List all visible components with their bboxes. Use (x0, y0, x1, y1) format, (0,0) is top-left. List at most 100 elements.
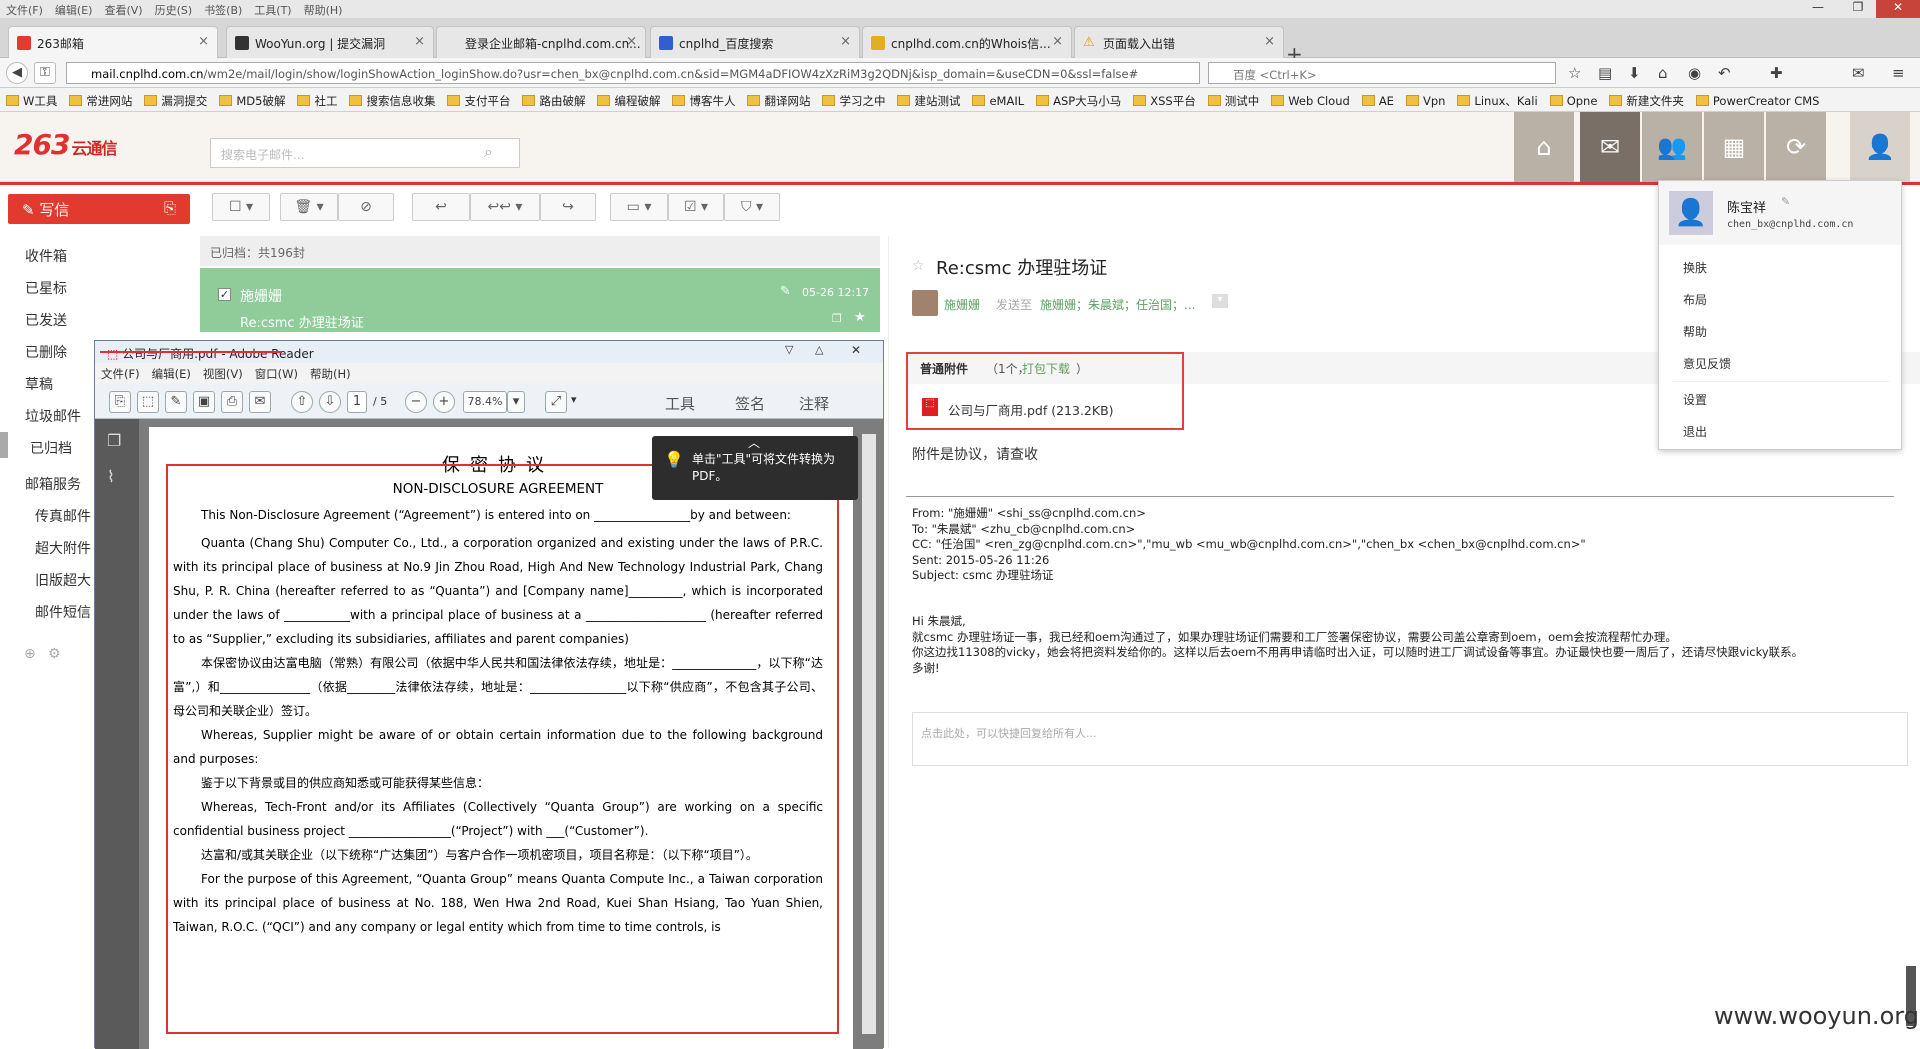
print-icon[interactable]: ⎙ (221, 391, 243, 413)
menu-history[interactable]: 历史(S) (149, 0, 199, 20)
open-icon[interactable]: ⎘ (109, 391, 131, 413)
addon-icon[interactable]: ✚ (1770, 64, 1783, 82)
bookmark-item[interactable]: 测试中 (1202, 88, 1266, 109)
message-icon[interactable]: ✉ (1852, 64, 1865, 82)
bookmark-item[interactable]: 社工 (291, 88, 343, 109)
delete-button[interactable]: 🗑 ▾ (280, 193, 338, 221)
tab-263-mail[interactable]: 263邮箱 × (8, 26, 218, 58)
menu-help[interactable]: 帮助 (1683, 323, 1707, 340)
star-icon[interactable]: ★ (854, 310, 866, 325)
attach-file[interactable]: 公司与厂商用.pdf (213.2KB) (948, 400, 1114, 419)
reader-menu-help[interactable]: 帮助(H) (304, 363, 357, 385)
download-all-link[interactable]: 打包下载 (1022, 360, 1070, 377)
restore-button[interactable]: ❐ (1840, 0, 1876, 18)
tab-wooyun[interactable]: WooYun.org | 提交漏洞 × (226, 26, 434, 58)
sender-name[interactable]: 施姗姗 (944, 296, 980, 313)
menu-bookmarks[interactable]: 书签(B) (198, 0, 248, 20)
folder-inbox[interactable]: 收件箱 (25, 246, 67, 266)
bookmark-item[interactable]: eMAIL (966, 89, 1030, 108)
menu-skin[interactable]: 换肤 (1683, 259, 1707, 276)
bookmark-item[interactable]: Opne (1544, 89, 1604, 108)
reader-menu-window[interactable]: 窗口(W) (249, 363, 304, 385)
close-window-button[interactable]: ✕ (1876, 0, 1920, 18)
comment-button[interactable]: 注释 (799, 393, 829, 414)
tab-error[interactable]: ⚠ 页面载入出错 × (1074, 26, 1284, 58)
mark-button[interactable]: ☑ ▾ (668, 193, 724, 221)
sync-icon[interactable]: ⟳ (1766, 112, 1826, 182)
zoom-in-icon[interactable]: + (433, 391, 455, 413)
tooltip-close-icon[interactable]: ︿ (748, 434, 760, 451)
bookmark-item[interactable]: Linux、Kali (1451, 88, 1543, 109)
collapse-icon[interactable]: ▽ (785, 343, 793, 356)
page-up-icon[interactable]: ⇧ (291, 391, 313, 413)
more-icon[interactable]: ▾ (571, 393, 577, 406)
menu-logout[interactable]: 退出 (1683, 423, 1707, 440)
forward-button[interactable]: ↪ (540, 193, 596, 221)
item-checkbox[interactable]: ✓ (218, 288, 231, 301)
download-icon[interactable]: ⬇ (1628, 64, 1641, 82)
home-icon[interactable]: ⌂ (1514, 112, 1574, 182)
folder-sent[interactable]: 已发送 (25, 310, 67, 330)
menu-help[interactable]: 帮助(H) (298, 0, 349, 20)
folder-large-attach[interactable]: 超大附件 (35, 538, 91, 558)
folder-spam[interactable]: 垃圾邮件 (25, 406, 81, 426)
bookmark-item[interactable]: W工具 (0, 88, 63, 109)
sign-button[interactable]: 签名 (735, 393, 765, 414)
fullscreen-icon[interactable]: ⤢ (545, 391, 567, 413)
bookmark-item[interactable]: 漏洞提交 (138, 88, 213, 109)
star-icon[interactable]: ☆ (912, 258, 925, 274)
filter-button[interactable]: ⛉ ▾ (724, 193, 780, 221)
expand-up-icon[interactable]: △ (815, 343, 823, 356)
folder-sms[interactable]: 邮件短信 (35, 602, 91, 622)
select-checkbox[interactable]: ☐ ▾ (212, 193, 270, 221)
folder-deleted[interactable]: 已删除 (25, 342, 67, 362)
close-tab-icon[interactable]: × (840, 34, 851, 49)
paperclip-icon[interactable]: ⌇ (107, 467, 115, 486)
avatar[interactable]: 👤 (1850, 112, 1910, 182)
reader-menu-edit[interactable]: 编辑(E) (146, 363, 197, 385)
close-icon[interactable]: ✕ (851, 343, 861, 357)
list-item[interactable]: ✓ 施姗姗 ✎ 05-26 12:17 Re:csmc 办理驻场证 ❐ ★ (200, 268, 880, 332)
search-icon[interactable]: ⌕ (484, 142, 493, 162)
reply-all-button[interactable]: ↩↩ ▾ (470, 193, 540, 221)
mail-icon[interactable]: ✉ (1580, 112, 1640, 182)
chat-icon[interactable]: ◉ (1688, 64, 1701, 82)
address-bar[interactable]: mail.cnplhd.com.cn/wm2e/mail/login/show/… (66, 62, 1200, 84)
menu-tools[interactable]: 工具(T) (248, 0, 297, 20)
reader-scrollbar[interactable] (862, 434, 876, 1034)
minimize-button[interactable]: — (1800, 0, 1836, 18)
close-tab-icon[interactable]: × (198, 34, 209, 49)
bookmark-item[interactable]: 翻译网站 (741, 88, 816, 109)
menu-file[interactable]: 文件(F) (0, 0, 49, 20)
close-tab-icon[interactable]: × (1052, 34, 1063, 49)
create-pdf-icon[interactable]: ⬚ (137, 391, 159, 413)
reader-menu-file[interactable]: 文件(F) (95, 363, 146, 385)
bookmark-item[interactable]: XSS平台 (1127, 88, 1201, 109)
key-icon[interactable]: ⚿ (34, 62, 56, 84)
calendar-icon[interactable]: ▦ (1704, 112, 1764, 182)
bookmark-item[interactable]: ASP大马小马 (1030, 88, 1127, 109)
search-box[interactable]: 百度 <Ctrl+K> (1208, 62, 1556, 84)
folder-archive[interactable]: 已归档 (30, 438, 72, 458)
email-icon[interactable]: ✉ (249, 391, 271, 413)
page-down-icon[interactable]: ⇩ (319, 391, 341, 413)
mail-search-input[interactable]: 搜索电子邮件... (210, 138, 520, 168)
tab-login[interactable]: 登录企业邮箱-cnplhd.com.cn... × (436, 26, 646, 58)
folder-fax[interactable]: 传真邮件 (35, 506, 91, 526)
menu-edit[interactable]: 编辑(E) (49, 0, 99, 20)
close-tab-icon[interactable]: × (414, 34, 425, 49)
reply-button[interactable]: ↩ (412, 193, 470, 221)
settings-icon[interactable]: ⚙ (48, 646, 61, 662)
bookmark-item[interactable]: Vpn (1400, 89, 1451, 108)
folder-drafts[interactable]: 草稿 (25, 374, 53, 394)
quick-reply-input[interactable]: 点击此处，可以快捷回复给所有人... (912, 712, 1908, 766)
bookmark-item[interactable]: 搜索信息收集 (343, 88, 441, 109)
contacts-icon[interactable]: 👥 (1642, 112, 1702, 182)
bookmark-item[interactable]: 学习之中 (816, 88, 891, 109)
bookmark-item[interactable]: 支付平台 (441, 88, 516, 109)
undo-icon[interactable]: ↶ (1718, 64, 1731, 82)
star-icon[interactable]: ☆ (1568, 64, 1581, 82)
bookmark-item[interactable]: 编程破解 (591, 88, 666, 109)
menu-feedback[interactable]: 意见反馈 (1683, 355, 1731, 372)
add-folder-icon[interactable]: ⊕ (24, 646, 36, 662)
